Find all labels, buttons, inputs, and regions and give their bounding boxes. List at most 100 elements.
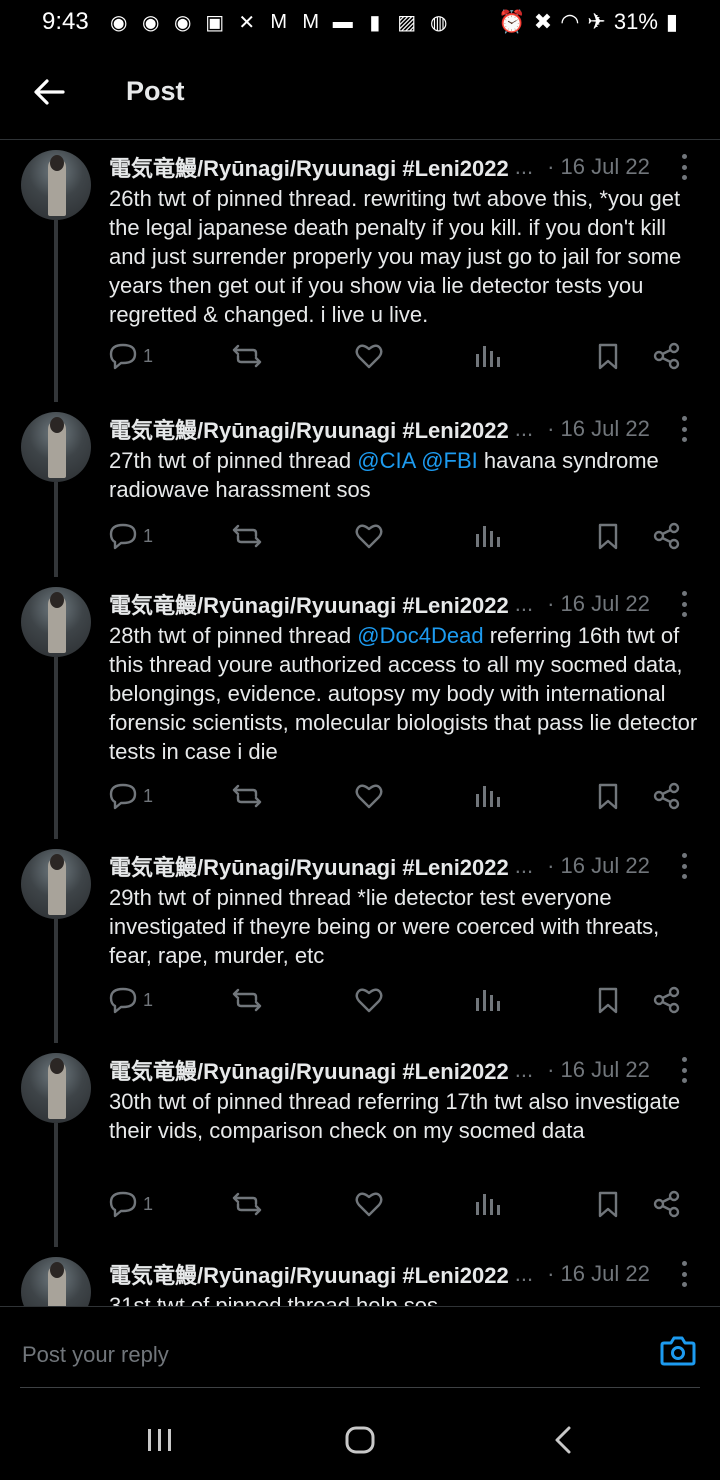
- repost-button[interactable]: [231, 516, 263, 556]
- post-text: 28th twt of pinned thread @Doc4Dead refe…: [109, 621, 699, 766]
- share-icon: [653, 782, 680, 810]
- share-button[interactable]: [653, 980, 681, 1020]
- post-actions: 1: [109, 776, 689, 816]
- views-button[interactable]: [473, 336, 501, 376]
- author-name[interactable]: 電気竜鰻/Ryūnagi/Ryuunagi #Leni2022: [109, 1054, 509, 1086]
- avatar[interactable]: [21, 587, 91, 657]
- post-text-segment: 28th twt of pinned thread: [109, 623, 358, 648]
- avatar[interactable]: [21, 1257, 91, 1306]
- camera-button[interactable]: [660, 1335, 696, 1367]
- share-button[interactable]: [653, 336, 681, 376]
- like-button[interactable]: [355, 516, 383, 556]
- battery-level: 31%: [613, 9, 658, 34]
- author-name[interactable]: 電気竜鰻/Ryūnagi/Ryuunagi #Leni2022: [109, 151, 509, 183]
- views-button[interactable]: [473, 516, 501, 556]
- more-options-button[interactable]: [674, 1261, 694, 1287]
- post-date[interactable]: · 16 Jul 22: [547, 416, 650, 442]
- more-vertical-icon: [681, 591, 687, 596]
- bookmark-button[interactable]: [595, 980, 621, 1020]
- reply-count: 1: [143, 989, 154, 1010]
- post-text-segment: 31st twt of pinned thread help sos: [109, 1293, 438, 1306]
- repost-button[interactable]: [231, 1184, 263, 1224]
- reply-bar: [0, 1306, 720, 1398]
- bookmark-button[interactable]: [595, 336, 621, 376]
- avatar[interactable]: [21, 150, 91, 220]
- mention-link[interactable]: @Doc4Dead: [357, 623, 483, 648]
- post-header: 電気竜鰻/Ryūnagi/Ryuunagi #Leni2022... · 16 J…: [109, 849, 709, 883]
- mention-link[interactable]: @CIA: [357, 448, 415, 473]
- post-date[interactable]: · 16 Jul 22: [547, 591, 650, 617]
- more-vertical-icon: [681, 416, 687, 421]
- more-options-button[interactable]: [674, 416, 694, 442]
- like-button[interactable]: [355, 1184, 383, 1224]
- views-button[interactable]: [473, 1184, 501, 1224]
- more-options-button[interactable]: [674, 853, 694, 879]
- like-button[interactable]: [355, 776, 383, 816]
- views-button[interactable]: [473, 980, 501, 1020]
- home-button[interactable]: [340, 1420, 380, 1460]
- reply-count: 1: [143, 525, 154, 546]
- reply-button[interactable]: 1: [109, 1184, 153, 1224]
- repost-button[interactable]: [231, 776, 263, 816]
- views-button[interactable]: [473, 776, 501, 816]
- author-name[interactable]: 電気竜鰻/Ryūnagi/Ryuunagi #Leni2022: [109, 850, 509, 882]
- reply-button[interactable]: 1: [109, 336, 153, 376]
- more-vertical-icon: [681, 1261, 687, 1266]
- post-date[interactable]: · 16 Jul 22: [547, 1261, 650, 1287]
- share-button[interactable]: [653, 1184, 681, 1224]
- home-icon: [345, 1426, 375, 1454]
- messenger-icon: ◉: [141, 11, 160, 34]
- reply-button[interactable]: 1: [109, 980, 153, 1020]
- bookmark-button[interactable]: [595, 1184, 621, 1224]
- post-text: 30th twt of pinned thread referring 17th…: [109, 1087, 699, 1145]
- person-icon: ▮: [369, 11, 381, 34]
- more-vertical-icon: [681, 853, 687, 858]
- share-button[interactable]: [653, 776, 681, 816]
- avatar[interactable]: [21, 849, 91, 919]
- post-date[interactable]: · 16 Jul 22: [547, 154, 650, 180]
- post-header: 電気竜鰻/Ryūnagi/Ryuunagi #Leni2022... · 16 J…: [109, 1257, 709, 1291]
- avatar[interactable]: [21, 1053, 91, 1123]
- mention-link[interactable]: @FBI: [421, 448, 478, 473]
- speech-bubble-icon: [109, 783, 137, 810]
- back-button[interactable]: [24, 67, 74, 117]
- chat-icon: ▬: [332, 10, 353, 33]
- post-text-segment: 27th twt of pinned thread: [109, 448, 358, 473]
- post-text: 31st twt of pinned thread help sos: [109, 1291, 699, 1306]
- messenger-icon: ◉: [109, 11, 128, 34]
- post-date[interactable]: · 16 Jul 22: [547, 853, 650, 879]
- system-back-button[interactable]: [543, 1420, 583, 1460]
- like-button[interactable]: [355, 336, 383, 376]
- thread-post[interactable]: 電気竜鰻/Ryūnagi/Ryuunagi #Leni2022... · 16 J…: [0, 1257, 720, 1306]
- post-header: 電気竜鰻/Ryūnagi/Ryuunagi #Leni2022... · 16 J…: [109, 412, 709, 446]
- thread-feed[interactable]: 電気竜鰻/Ryūnagi/Ryuunagi #Leni2022... · 16 J…: [0, 140, 720, 1306]
- bookmark-button[interactable]: [595, 516, 621, 556]
- reply-button[interactable]: 1: [109, 516, 153, 556]
- more-options-button[interactable]: [674, 1057, 694, 1083]
- like-button[interactable]: [355, 980, 383, 1020]
- airplane-icon: ✈: [587, 9, 606, 34]
- author-name[interactable]: 電気竜鰻/Ryūnagi/Ryuunagi #Leni2022: [109, 413, 509, 445]
- thread-post[interactable]: 電気竜鰻/Ryūnagi/Ryuunagi #Leni2022... · 16 J…: [0, 150, 720, 410]
- avatar[interactable]: [21, 412, 91, 482]
- author-ellipsis: ...: [514, 154, 534, 179]
- share-button[interactable]: [653, 516, 681, 556]
- thread-post[interactable]: 電気竜鰻/Ryūnagi/Ryuunagi #Leni2022... · 16 J…: [0, 587, 720, 847]
- more-vertical-icon: [681, 1057, 687, 1062]
- post-date[interactable]: · 16 Jul 22: [547, 1057, 650, 1083]
- more-options-button[interactable]: [674, 154, 694, 180]
- author-name[interactable]: 電気竜鰻/Ryūnagi/Ryuunagi #Leni2022: [109, 1258, 509, 1290]
- reply-input[interactable]: [22, 1335, 622, 1375]
- speech-bubble-icon: [109, 343, 137, 370]
- status-bar: 9:43 ◉ ◉ ◉ ▣ ✕ M M ▬ ▮ ▨ ◍ ⏰ ✖ ◠ ✈ 31% ▮: [0, 0, 720, 44]
- share-icon: [653, 1190, 680, 1218]
- repost-button[interactable]: [231, 980, 263, 1020]
- reply-button[interactable]: 1: [109, 776, 153, 816]
- mute-icon: ✖: [533, 9, 553, 34]
- more-options-button[interactable]: [674, 591, 694, 617]
- repost-button[interactable]: [231, 336, 263, 376]
- bookmark-button[interactable]: [595, 776, 621, 816]
- arrow-left-icon: [34, 78, 65, 105]
- recent-apps-button[interactable]: [140, 1420, 180, 1460]
- author-name[interactable]: 電気竜鰻/Ryūnagi/Ryuunagi #Leni2022: [109, 588, 509, 620]
